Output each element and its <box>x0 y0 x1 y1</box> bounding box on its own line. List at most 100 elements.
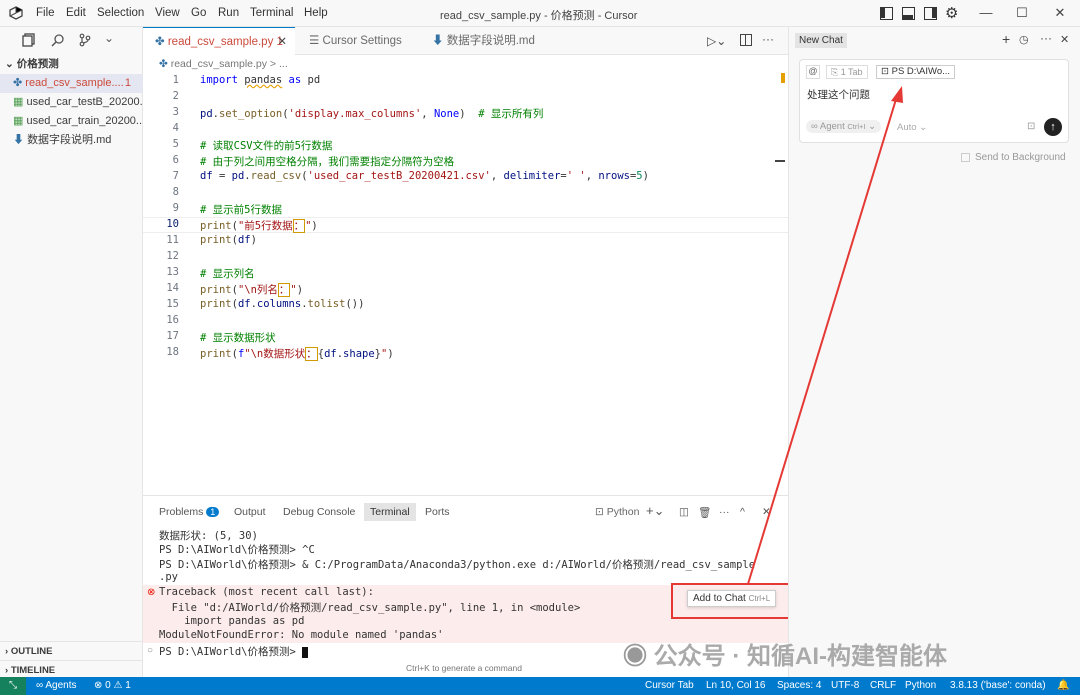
problems-status[interactable]: ⊗ 0 ⚠ 1 <box>94 680 131 691</box>
menu-selection[interactable]: Selection <box>97 7 144 19</box>
csv-file-icon: ▦ <box>13 115 27 127</box>
maximize-icon[interactable]: ☐ <box>1014 5 1030 21</box>
code-line: # 由于列之间用空格分隔，我们需要指定分隔符为空格 <box>200 156 455 168</box>
tab-output[interactable]: Output <box>234 506 266 518</box>
add-to-chat-button[interactable]: Add to Chat Ctrl+L <box>687 590 777 607</box>
explorer-file-testb[interactable]: ▦ used_car_testB_20200... <box>0 93 143 112</box>
explorer-file-read-csv[interactable]: ✤ read_csv_sample.... 1 <box>0 74 143 93</box>
markdown-file-icon: ⬇ <box>13 134 28 146</box>
bell-icon[interactable]: 🔔 <box>1057 680 1069 691</box>
file-icon: ⎘ <box>831 67 841 77</box>
more-actions-icon[interactable]: ··· <box>762 32 774 46</box>
new-terminal-icon[interactable]: +⌄ <box>646 503 664 519</box>
terminal-icon: ⊡ <box>595 506 607 518</box>
folder-header[interactable]: ⌄ 价格预测 <box>0 55 143 74</box>
eol-status[interactable]: CRLF <box>870 680 896 691</box>
context-tab-pill[interactable]: ⎘ 1 Tab <box>826 65 868 79</box>
python-file-icon: ✤ <box>159 58 171 70</box>
menu-go[interactable]: Go <box>191 7 206 19</box>
terminal-line: PS D:\AIWorld\价格预测> ^C <box>159 544 315 556</box>
cursor-position[interactable]: Ln 10, Col 16 <box>706 680 766 691</box>
explorer-file-md[interactable]: ⬇ 数据字段说明.md <box>0 131 143 150</box>
more-actions-icon[interactable]: ··· <box>719 506 730 518</box>
send-background-checkbox[interactable] <box>961 153 970 162</box>
menu-view[interactable]: View <box>155 7 180 19</box>
error-icon: ⊗ <box>147 587 156 598</box>
menu-file[interactable]: File <box>36 7 55 19</box>
tab-ports[interactable]: Ports <box>425 506 450 518</box>
toggle-panel-icon[interactable] <box>902 7 915 20</box>
search-icon[interactable] <box>51 33 65 47</box>
explorer-file-train[interactable]: ▦ used_car_train_20200... <box>0 112 143 131</box>
tab-problems[interactable]: Problems 1 <box>159 506 220 518</box>
indentation-status[interactable]: Spaces: 4 <box>777 680 821 691</box>
tab-cursor-settings[interactable]: ☰ Cursor Settings <box>295 27 428 55</box>
chat-input-box[interactable]: @ ⎘ 1 Tab ⊡ PS D:\AIWo... 处理这个问题 ∞ Agent… <box>799 59 1069 143</box>
code-line: print("\n列名：") <box>200 283 304 297</box>
toggle-secondary-sidebar-icon[interactable] <box>924 7 937 20</box>
explorer-icon[interactable] <box>22 33 36 47</box>
run-icon[interactable]: ▷⌄ <box>707 34 726 48</box>
toggle-sidebar-icon[interactable] <box>880 7 893 20</box>
close-panel-icon[interactable]: ✕ <box>762 506 771 518</box>
tab-new-chat[interactable]: New Chat <box>795 33 847 48</box>
source-control-icon[interactable] <box>78 33 92 47</box>
context-terminal-pill[interactable]: ⊡ PS D:\AIWo... <box>876 65 956 79</box>
tab-debug-console[interactable]: Debug Console <box>283 506 355 518</box>
code-line: import pandas as pd <box>200 74 321 86</box>
cursor-tab-status[interactable]: Cursor Tab <box>645 680 694 691</box>
menu-run[interactable]: Run <box>218 7 239 19</box>
interpreter-status[interactable]: 3.8.13 ('base': conda) <box>950 680 1046 691</box>
more-actions-icon[interactable]: ··· <box>1040 31 1052 45</box>
prompt-circle-icon: ○ <box>147 645 154 656</box>
line-number: 9 <box>172 202 179 214</box>
split-editor-icon[interactable] <box>740 34 752 46</box>
mention-icon[interactable]: @ <box>806 65 820 79</box>
close-window-icon[interactable]: ✕ <box>1052 5 1068 21</box>
language-status[interactable]: Python <box>905 680 936 691</box>
trash-icon[interactable]: 🗑 <box>698 506 711 519</box>
menu-help[interactable]: Help <box>304 7 328 19</box>
outline-section[interactable]: › OUTLINE <box>0 641 143 660</box>
close-chat-icon[interactable]: ✕ <box>1060 33 1069 46</box>
maximize-panel-icon[interactable]: ^ <box>740 506 745 518</box>
tab-terminal[interactable]: Terminal <box>364 503 416 521</box>
minimize-icon[interactable]: — <box>978 5 994 21</box>
breadcrumb: ✤ read_csv_sample.py > ... <box>159 58 288 70</box>
agents-status[interactable]: ∞ Agents <box>36 680 77 691</box>
markdown-file-icon: ⬇ <box>432 35 447 47</box>
image-icon[interactable]: ⊡ <box>1027 121 1035 132</box>
line-number: 5 <box>172 138 179 150</box>
code-line: # 读取CSV文件的前5行数据 <box>200 140 333 152</box>
editor-tabs: ✤ read_csv_sample.py 1 ✕ ☰ Cursor Settin… <box>143 27 788 55</box>
terminal-prompt[interactable]: PS D:\AIWorld\价格预测> <box>159 644 309 659</box>
close-tab-icon[interactable]: ✕ <box>277 28 287 56</box>
infinity-icon: ∞ <box>811 121 820 132</box>
remote-icon[interactable]: ⤡ <box>0 677 26 695</box>
scrollbar-marker <box>775 160 785 162</box>
watermark: ◉ 公众号 · 知循AI-构建智能体 <box>623 643 947 670</box>
menu-edit[interactable]: Edit <box>66 7 86 19</box>
send-background-label: Send to Background <box>975 152 1066 163</box>
terminal-line: PS D:\AIWorld\价格预测> & C:/ProgramData/Ana… <box>159 559 756 571</box>
terminal-line: ModuleNotFoundError: No module named 'pa… <box>159 629 444 641</box>
split-terminal-icon[interactable]: ◫ <box>679 506 689 518</box>
chevron-down-icon[interactable]: ⌄ <box>104 31 114 45</box>
gear-icon[interactable]: ⚙ <box>945 4 958 22</box>
warning-icon: ⚠ <box>113 680 126 691</box>
send-button[interactable]: ↑ <box>1044 118 1062 136</box>
tab-read-csv[interactable]: ✤ read_csv_sample.py 1 ✕ <box>143 27 295 55</box>
python-file-icon: ✤ <box>155 36 168 48</box>
terminal-shell-selector[interactable]: ⊡ Python <box>595 506 639 518</box>
new-chat-icon[interactable]: + <box>1002 31 1010 47</box>
code-editor[interactable]: ✤ read_csv_sample.py > ... 1 2 3 4 5 6 7 8 9 10 11… <box>143 55 788 495</box>
settings-icon: ☰ <box>309 35 323 47</box>
tab-markdown[interactable]: ⬇ 数据字段说明.md <box>428 27 558 55</box>
model-selector[interactable]: Auto ⌄ <box>897 122 927 133</box>
encoding-status[interactable]: UTF-8 <box>831 680 859 691</box>
code-line: # 显示列名 <box>200 268 255 280</box>
menu-terminal[interactable]: Terminal <box>250 7 293 19</box>
history-icon[interactable]: ◷ <box>1019 33 1029 46</box>
explorer-sidebar: ⌄ ⌄ 价格预测 ✤ read_csv_sample.... 1 ▦ used_c… <box>0 27 143 677</box>
mode-selector[interactable]: ∞ Agent Ctrl+I ⌄ <box>806 120 882 133</box>
